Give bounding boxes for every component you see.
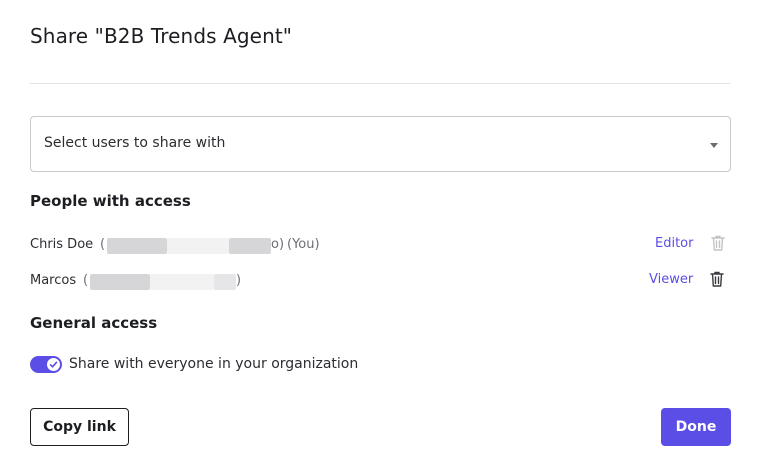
dialog-title: Share "B2B Trends Agent" <box>30 24 293 48</box>
caret-down-icon <box>710 143 718 148</box>
trash-icon[interactable] <box>709 270 725 288</box>
you-label: (You) <box>287 237 320 252</box>
title-divider <box>30 83 730 84</box>
check-icon <box>49 361 58 368</box>
email-redacted-block <box>214 274 236 290</box>
email-redacted-block <box>150 274 214 290</box>
email-redacted-block <box>229 238 271 254</box>
email-close-paren: o) <box>271 237 285 252</box>
email-redacted-block <box>167 238 229 254</box>
share-org-toggle[interactable] <box>30 356 62 373</box>
done-button[interactable]: Done <box>661 408 731 446</box>
email-open-paren: ( <box>100 237 106 252</box>
copy-link-button[interactable]: Copy link <box>30 408 129 446</box>
email-close-paren: ) <box>236 273 242 288</box>
email-redacted-block <box>90 274 150 290</box>
email-open-paren: ( <box>83 273 89 288</box>
people-with-access-heading: People with access <box>30 192 191 210</box>
person-row: Marcos ( ) Viewer <box>30 270 730 292</box>
person-name: Chris Doe <box>30 237 94 252</box>
role-editor-link[interactable]: Editor <box>655 236 693 251</box>
trash-icon[interactable] <box>710 234 726 252</box>
person-name: Marcos <box>30 273 77 288</box>
user-select-dropdown[interactable]: Select users to share with <box>30 116 731 172</box>
person-row: Chris Doe ( o) (You) Editor <box>30 234 730 256</box>
email-redacted-block <box>107 238 167 254</box>
share-org-label: Share with everyone in your organization <box>69 356 359 372</box>
role-viewer-link[interactable]: Viewer <box>649 272 693 287</box>
user-select-placeholder: Select users to share with <box>44 135 226 151</box>
general-access-heading: General access <box>30 314 158 332</box>
toggle-knob <box>47 358 60 371</box>
